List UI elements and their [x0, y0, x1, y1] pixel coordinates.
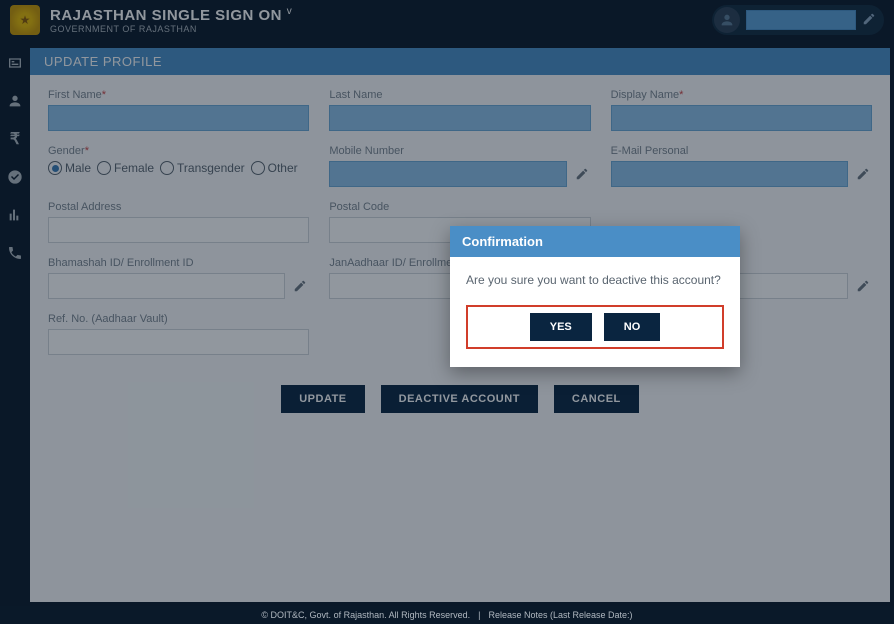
confirmation-modal: Confirmation Are you sure you want to de… [450, 226, 740, 367]
deactive-account-button[interactable]: DEACTIVE ACCOUNT [381, 385, 538, 413]
gender-other-label: Other [268, 161, 298, 175]
gender-transgender-radio[interactable]: Transgender [160, 161, 245, 175]
phone-icon[interactable] [6, 244, 24, 262]
id-card-icon[interactable] [6, 54, 24, 72]
version-mark: v [287, 6, 293, 17]
last-name-input[interactable] [329, 105, 590, 131]
user-icon[interactable] [6, 92, 24, 110]
bhamashah-input[interactable] [48, 273, 285, 299]
display-name-label: Display Name [611, 89, 872, 101]
postal-address-label: Postal Address [48, 201, 309, 213]
last-name-label: Last Name [329, 89, 590, 101]
postal-code-label: Postal Code [329, 201, 590, 213]
email-label: E-Mail Personal [611, 145, 872, 157]
avatar-icon [714, 7, 740, 33]
top-titles: RAJASTHAN SINGLE SIGN ON v GOVERNMENT OF… [50, 6, 712, 34]
footer-copyright: © DOIT&C, Govt. of Rajasthan. All Rights… [261, 610, 470, 620]
user-name-chip [746, 10, 856, 30]
gender-transgender-label: Transgender [177, 161, 245, 175]
cancel-button[interactable]: CANCEL [554, 385, 639, 413]
rupee-icon[interactable]: ₹ [6, 130, 24, 148]
mobile-label: Mobile Number [329, 145, 590, 157]
update-button[interactable]: UPDATE [281, 385, 364, 413]
action-bar: UPDATE DEACTIVE ACCOUNT CANCEL [48, 385, 872, 413]
display-name-input[interactable] [611, 105, 872, 131]
gender-label: Gender [48, 145, 309, 157]
footer-release[interactable]: Release Notes (Last Release Date:) [488, 610, 632, 620]
footer-sep: | [478, 610, 480, 620]
edit-icon[interactable] [573, 165, 591, 183]
postal-address-input[interactable] [48, 217, 309, 243]
app-title: RAJASTHAN SINGLE SIGN ON v [50, 6, 712, 24]
first-name-label: First Name [48, 89, 309, 101]
gender-female-label: Female [114, 161, 154, 175]
modal-text: Are you sure you want to deactive this a… [466, 271, 724, 289]
bar-chart-icon[interactable] [6, 206, 24, 224]
gender-female-radio[interactable]: Female [97, 161, 154, 175]
radio-icon [251, 161, 265, 175]
modal-action-highlight: YES NO [466, 305, 724, 349]
top-bar: RAJASTHAN SINGLE SIGN ON v GOVERNMENT OF… [0, 0, 894, 40]
bhamashah-label: Bhamashah ID/ Enrollment ID [48, 257, 309, 269]
modal-title: Confirmation [450, 226, 740, 257]
left-sidebar: ₹ [0, 40, 30, 606]
state-emblem-logo [10, 5, 40, 35]
refno-input[interactable] [48, 329, 309, 355]
footer: © DOIT&C, Govt. of Rajasthan. All Rights… [0, 606, 894, 624]
app-subtitle: GOVERNMENT OF RAJASTHAN [50, 24, 712, 34]
modal-yes-button[interactable]: YES [530, 313, 592, 341]
modal-no-button[interactable]: NO [604, 313, 661, 341]
user-pill[interactable] [712, 5, 884, 35]
radio-icon [48, 161, 62, 175]
gender-male-radio[interactable]: Male [48, 161, 91, 175]
email-input[interactable] [611, 161, 848, 187]
refno-label: Ref. No. (Aadhaar Vault) [48, 313, 309, 325]
edit-icon[interactable] [854, 165, 872, 183]
app-title-text: RAJASTHAN SINGLE SIGN ON [50, 7, 282, 24]
edit-icon[interactable] [854, 277, 872, 295]
gender-other-radio[interactable]: Other [251, 161, 298, 175]
gender-male-label: Male [65, 161, 91, 175]
edit-profile-icon[interactable] [862, 12, 878, 28]
edit-icon[interactable] [291, 277, 309, 295]
gender-radio-group: Male Female Transgender Other [48, 161, 309, 175]
check-circle-icon[interactable] [6, 168, 24, 186]
first-name-input[interactable] [48, 105, 309, 131]
radio-icon [97, 161, 111, 175]
mobile-input[interactable] [329, 161, 566, 187]
radio-icon [160, 161, 174, 175]
page-title: UPDATE PROFILE [30, 48, 890, 75]
